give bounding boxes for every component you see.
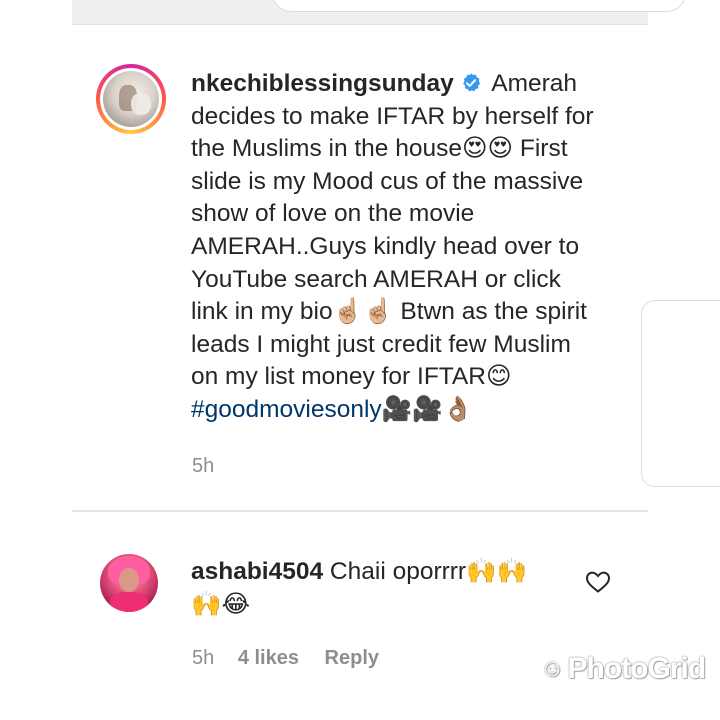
watermark-text: PhotoGrid [567, 652, 707, 685]
comment-line: decides to make IFTAR by herself for [191, 102, 594, 130]
reply-body: ashabi4504 Chaii oporrrr🙌🙌 🙌😂 [191, 555, 571, 621]
comment-line: nkechiblessingsunday Amerah [191, 68, 621, 101]
comment-line: link in my bio☝🏼☝🏼 Btwn as the spirit [191, 298, 587, 326]
comment-line: ashabi4504 Chaii oporrrr🙌🙌 [191, 555, 571, 588]
reply-meta: 5h 4 likes Reply [192, 647, 379, 670]
comment-timestamp: 5h [192, 455, 215, 477]
comment-line: leads I might just credit few Muslim [191, 330, 571, 358]
reply-button[interactable]: Reply [325, 647, 379, 669]
comment-line: show of love on the movie [191, 200, 475, 228]
avatar [103, 71, 159, 127]
comment-input[interactable] [272, 0, 686, 12]
side-panel-edge [641, 300, 720, 487]
verified-badge-icon [462, 73, 480, 92]
comment-line: AMERAH..Guys kindly head over to [191, 232, 580, 260]
divider [72, 510, 648, 512]
left-margin [0, 0, 72, 720]
reply-timestamp: 5h [192, 647, 215, 669]
comment-line-text: Chaii oporrrr🙌🙌 [323, 558, 528, 585]
likes-count-button[interactable]: 4 likes [238, 647, 299, 669]
heart-icon[interactable] [585, 570, 611, 594]
hashtag-suffix: 🎥🎥👌🏽 [381, 395, 474, 423]
comment-line: the Muslims in the house😍😍 First [191, 135, 568, 163]
comment-line: 🙌😂 [191, 591, 251, 618]
comment-input-bar [72, 0, 686, 25]
hashtag-link[interactable]: #goodmoviesonly [191, 396, 382, 423]
comment-line-text: Amerah [485, 70, 578, 97]
avatar-story-ring[interactable] [96, 64, 166, 134]
comment-line: #goodmoviesonly🎥🎥👌🏽 [191, 394, 621, 427]
avatar[interactable] [100, 554, 158, 612]
comment-body: nkechiblessingsunday Amerah decides to m… [191, 68, 621, 427]
comment-line: on my list money for IFTAR😊 [191, 363, 512, 391]
comment-line: slide is my Mood cus of the massive [191, 167, 584, 195]
comment-username[interactable]: nkechiblessingsunday [191, 70, 454, 97]
comment-line: YouTube search AMERAH or click [191, 265, 561, 293]
photogrid-logo-icon: ☺ [540, 655, 564, 682]
photogrid-watermark: ☺ PhotoGrid [540, 652, 707, 686]
comment-username[interactable]: ashabi4504 [191, 558, 323, 585]
